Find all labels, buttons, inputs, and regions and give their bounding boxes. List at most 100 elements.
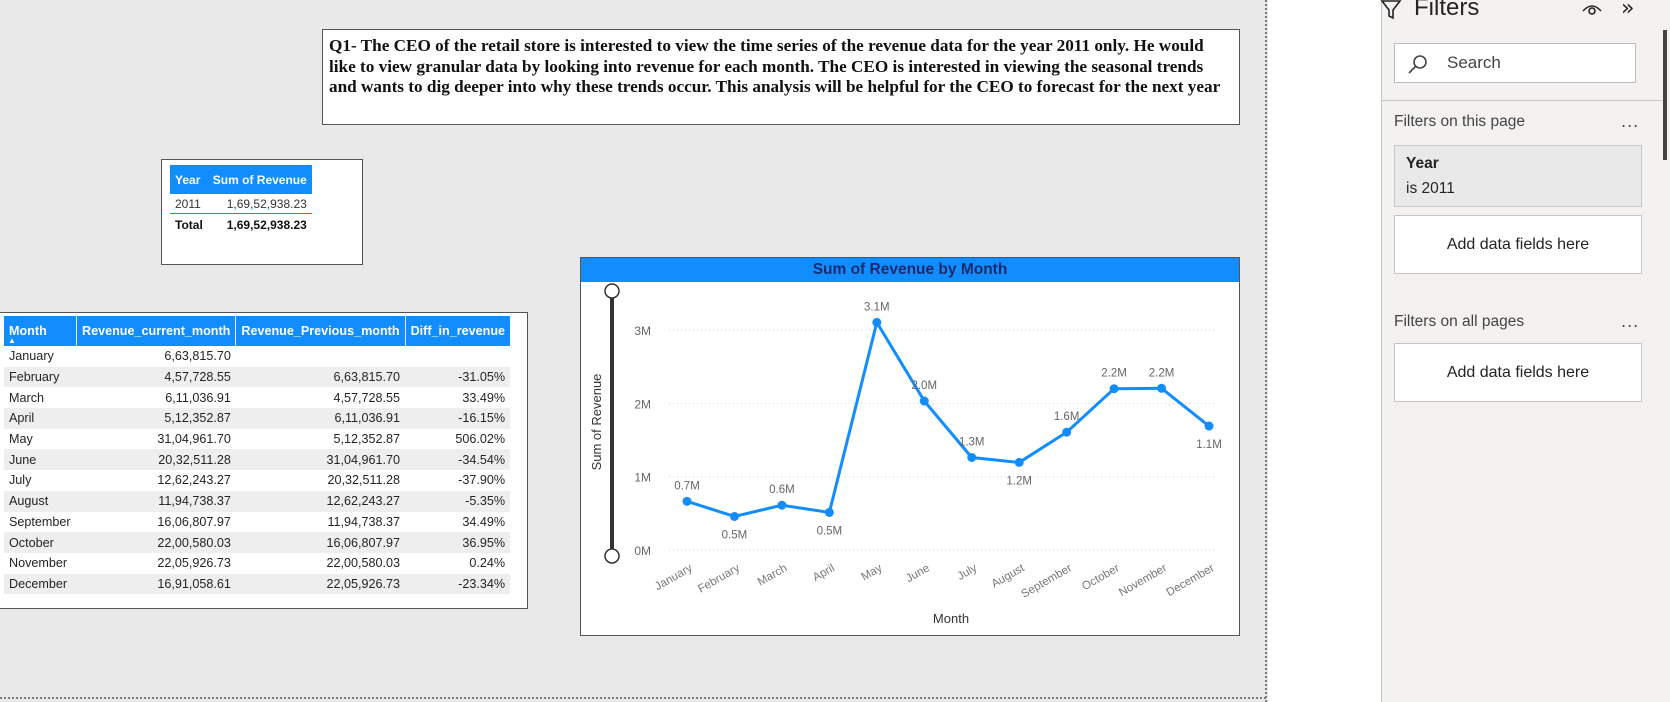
table-row[interactable]: July 12,62,243.27 20,32,511.28 -37.90% [4, 470, 510, 491]
data-label: 2.2M [1101, 368, 1127, 380]
table-row[interactable]: May 31,04,961.70 5,12,352.87 506.02% [4, 429, 510, 450]
question-text-box[interactable]: Q1- The CEO of the retail store is inter… [322, 29, 1240, 125]
year-revenue-table[interactable]: Year Sum of Revenue 2011 1,69,52,938.23 … [161, 159, 363, 265]
table-row[interactable]: April 5,12,352.87 6,11,036.91 -16.15% [4, 408, 511, 429]
revenue-previous-cell [236, 346, 405, 367]
month-revenue-table[interactable]: Month ▲ Revenue_current_month Revenue_Pr… [0, 312, 528, 609]
filters-on-page-label: Filters on this page [1394, 113, 1525, 130]
diff-revenue-cell: 506.02% [455, 432, 506, 447]
zoom-slider-handle-bottom[interactable] [604, 548, 620, 564]
revenue-previous-header[interactable]: Revenue_Previous_month [235, 316, 406, 346]
revenue-previous-cell: 11,94,738.37 [327, 514, 401, 529]
more-options-icon[interactable]: ... [1621, 312, 1639, 331]
revenue-previous-cell: 6,63,815.70 [235, 366, 406, 388]
month-header[interactable]: Month ▲ [4, 316, 77, 346]
table-row[interactable]: January 6,63,815.70 [4, 346, 510, 367]
question-text: Q1- The CEO of the retail store is inter… [329, 36, 1221, 96]
month-cell: October [4, 532, 77, 553]
data-label: 2.2M [1149, 367, 1175, 379]
revenue-line-chart[interactable]: Sum of Revenue by Month 0M 1M 2M 3M Sum of R… [580, 257, 1240, 636]
diff-revenue-cell: -23.34% [405, 573, 511, 595]
data-point[interactable] [729, 511, 739, 521]
pane-divider [1382, 100, 1662, 101]
revenue-current-header[interactable]: Revenue_current_month [76, 316, 237, 346]
data-label: 2.0M [911, 380, 937, 392]
revenue-current-cell: 22,05,926.73 [157, 556, 231, 571]
table-row[interactable]: February 4,57,728.55 6,63,815.70 -31.05% [4, 366, 511, 388]
diff-revenue-cell: 33.49% [462, 390, 506, 405]
data-label: 1.6M [1054, 411, 1080, 423]
y-tick-label: 3M [634, 324, 651, 338]
x-tick-label: September [1019, 562, 1074, 601]
data-point[interactable] [1204, 421, 1214, 431]
data-point[interactable] [682, 496, 692, 506]
data-point[interactable] [1157, 383, 1167, 393]
data-point[interactable] [1062, 427, 1072, 437]
revenue-cell: 1,69,52,938.23 [207, 194, 312, 214]
table-row[interactable]: March 6,11,036.91 4,57,728.55 33.49% [4, 387, 510, 408]
revenue-current-cell: 20,32,511.28 [76, 449, 236, 471]
x-tick-label: July [956, 562, 980, 583]
x-tick-label: January [653, 562, 695, 593]
revenue-current-cell: 22,00,580.03 [76, 532, 236, 553]
filters-title: Filters [1414, 0, 1480, 21]
add-data-fields-page[interactable]: Add data fields here [1394, 215, 1642, 274]
x-tick-label: February [696, 562, 742, 596]
add-data-fields-all[interactable]: Add data fields here [1394, 343, 1642, 402]
revenue-current-cell: 6,11,036.91 [165, 390, 231, 405]
search-icon [1408, 55, 1427, 74]
table-row[interactable]: November 22,05,926.73 22,00,580.03 0.24% [4, 553, 510, 574]
diff-revenue-cell [405, 346, 510, 367]
data-point[interactable] [967, 452, 977, 462]
revenue-previous-cell: 20,32,511.28 [327, 473, 401, 488]
diff-revenue-header[interactable]: Diff_in_revenue [405, 316, 511, 346]
month-cell: July [9, 473, 32, 488]
x-tick-label: December [1165, 562, 1217, 599]
data-point[interactable] [777, 500, 787, 510]
data-point[interactable] [1014, 457, 1024, 467]
filters-pane: Filters » Search Filters on this page ..… [1380, 0, 1670, 702]
y-axis-title: Sum of Revenue [589, 374, 604, 471]
data-label: 1.1M [1196, 439, 1222, 451]
data-point[interactable] [919, 396, 929, 406]
month-table: Month ▲ Revenue_current_month Revenue_Pr… [4, 316, 511, 595]
filter-search-box[interactable]: Search [1394, 43, 1636, 83]
table-row[interactable]: September 16,06,807.97 11,94,738.37 34.49% [4, 512, 510, 533]
data-point[interactable] [872, 317, 882, 327]
search-placeholder: Search [1447, 53, 1501, 72]
year-header[interactable]: Year [170, 165, 208, 194]
data-point[interactable] [1109, 384, 1119, 394]
visualizations-pane-tab[interactable] [1658, 20, 1670, 170]
month-cell: May [9, 432, 33, 447]
sort-ascending-icon: ▲ [8, 336, 16, 345]
x-tick-label: June [904, 562, 932, 585]
x-tick-label: November [1117, 562, 1169, 599]
data-label: 0.7M [674, 480, 700, 492]
zoom-slider-handle-top[interactable] [604, 283, 620, 299]
revenue-previous-cell: 22,05,926.73 [235, 573, 406, 595]
filter-field-name: Year [1406, 155, 1439, 172]
x-tick-label: August [990, 562, 1028, 591]
table-row[interactable]: August 11,94,738.37 12,62,243.27 -5.35% [4, 490, 511, 512]
table-row[interactable]: October 22,00,580.03 16,06,807.97 36.95% [4, 532, 511, 553]
month-cell: January [9, 349, 54, 364]
more-options-icon[interactable]: ... [1621, 112, 1639, 131]
filter-field-value: is 2011 [1406, 180, 1455, 197]
table-row[interactable]: December 16,91,058.61 22,05,926.73 -23.34% [4, 573, 511, 595]
total-label: Total [175, 218, 203, 232]
table-row[interactable]: June 20,32,511.28 31,04,961.70 -34.54% [4, 449, 511, 471]
chart-canvas: 0M 1M 2M 3M Sum of Revenue Month 0.7M January 0.… [589, 283, 1222, 626]
sum-revenue-header[interactable]: Sum of Revenue [207, 165, 312, 194]
collapse-pane-icon[interactable]: » [1621, 0, 1634, 21]
x-axis-title: Month [933, 611, 969, 626]
year-filter-card[interactable]: Year is 2011 [1394, 145, 1642, 207]
diff-revenue-cell: -34.54% [405, 449, 511, 471]
diff-revenue-cell: -5.35% [405, 490, 511, 512]
revenue-current-cell: 11,94,738.37 [76, 490, 236, 512]
eye-icon[interactable] [1581, 0, 1603, 22]
total-value: 1,69,52,938.23 [226, 218, 307, 232]
x-tick-label: March [756, 562, 790, 588]
data-label: 0.6M [769, 484, 795, 496]
revenue-previous-cell: 16,06,807.97 [235, 532, 406, 553]
data-point[interactable] [824, 507, 834, 517]
